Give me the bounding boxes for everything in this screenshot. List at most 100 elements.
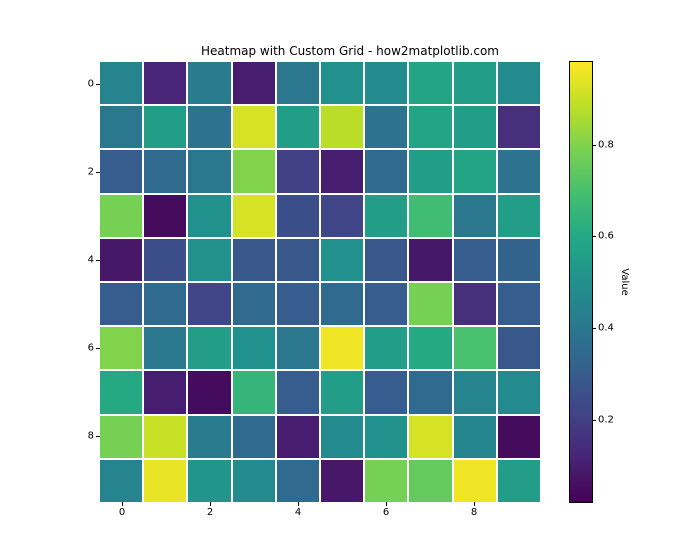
heatmap-cell (498, 62, 540, 104)
heatmap-cell (100, 371, 142, 413)
heatmap-cell (144, 416, 186, 458)
heatmap-cell (144, 371, 186, 413)
heatmap-cell (409, 416, 451, 458)
heatmap-cell (365, 327, 407, 369)
heatmap-cell (409, 327, 451, 369)
heatmap-cell (321, 371, 363, 413)
heatmap-cell (188, 150, 230, 192)
heatmap-cell (454, 283, 496, 325)
heatmap-cell (100, 195, 142, 237)
heatmap-cell (188, 62, 230, 104)
heatmap-cell (321, 416, 363, 458)
heatmap-cell (188, 327, 230, 369)
heatmap-cell (233, 150, 275, 192)
heatmap-cell (409, 239, 451, 281)
y-tick-mark (96, 260, 100, 261)
heatmap-cell (277, 371, 319, 413)
heatmap-cell (454, 327, 496, 369)
y-tick-mark (96, 436, 100, 437)
heatmap-cell (277, 416, 319, 458)
heatmap-cell (365, 150, 407, 192)
heatmap-cell (233, 106, 275, 148)
x-tick-label: 8 (471, 507, 477, 518)
heatmap-cell (188, 460, 230, 502)
heatmap-cell (498, 460, 540, 502)
heatmap-cell (365, 195, 407, 237)
heatmap-cell (233, 371, 275, 413)
heatmap-cell (365, 62, 407, 104)
x-tick-label: 0 (119, 507, 125, 518)
heatmap-cell (100, 416, 142, 458)
heatmap-cell (454, 195, 496, 237)
colorbar-tick-mark (592, 145, 596, 146)
colorbar-tick-label: 0.8 (598, 139, 614, 150)
heatmap-cell (365, 371, 407, 413)
heatmap-cell (498, 195, 540, 237)
heatmap-grid (100, 62, 540, 502)
colorbar-tick-label: 0.4 (598, 322, 614, 333)
heatmap-cell (277, 283, 319, 325)
heatmap-cell (454, 416, 496, 458)
x-tick-mark (474, 502, 475, 506)
heatmap-cell (100, 150, 142, 192)
colorbar-tick-label: 0.2 (598, 414, 614, 425)
heatmap-cell (409, 62, 451, 104)
y-tick-label: 8 (64, 431, 94, 442)
heatmap-cell (365, 416, 407, 458)
heatmap-cell (144, 106, 186, 148)
heatmap-cell (409, 371, 451, 413)
colorbar-tick-mark (592, 420, 596, 421)
y-tick-label: 0 (64, 79, 94, 90)
heatmap-cell (233, 327, 275, 369)
heatmap-cell (365, 106, 407, 148)
heatmap-cell (365, 460, 407, 502)
heatmap-cell (365, 283, 407, 325)
heatmap-cell (277, 239, 319, 281)
heatmap-cell (277, 460, 319, 502)
heatmap-cell (498, 283, 540, 325)
heatmap-cell (233, 195, 275, 237)
heatmap-cell (454, 150, 496, 192)
heatmap-cell (188, 239, 230, 281)
colorbar (570, 62, 592, 502)
y-tick-mark (96, 84, 100, 85)
heatmap-cell (454, 62, 496, 104)
x-tick-mark (386, 502, 387, 506)
colorbar-tick-mark (592, 328, 596, 329)
heatmap-cell (100, 327, 142, 369)
x-tick-mark (298, 502, 299, 506)
heatmap-cell (188, 195, 230, 237)
heatmap-cell (233, 416, 275, 458)
heatmap-cell (409, 150, 451, 192)
heatmap-cell (188, 416, 230, 458)
heatmap-cell (409, 195, 451, 237)
heatmap-cell (454, 239, 496, 281)
heatmap-cell (188, 283, 230, 325)
y-tick-label: 2 (64, 167, 94, 178)
heatmap-cell (277, 195, 319, 237)
heatmap-cell (188, 371, 230, 413)
chart-title: Heatmap with Custom Grid - how2matplotli… (0, 44, 700, 58)
heatmap-cell (454, 460, 496, 502)
heatmap-cell (144, 239, 186, 281)
heatmap-cell (233, 239, 275, 281)
x-tick-label: 4 (295, 507, 301, 518)
heatmap-cell (144, 283, 186, 325)
heatmap-cell (365, 239, 407, 281)
colorbar-label: Value (619, 268, 630, 295)
heatmap-cell (409, 283, 451, 325)
figure: Heatmap with Custom Grid - how2matplotli… (0, 0, 700, 560)
heatmap-cell (100, 62, 142, 104)
heatmap-cell (409, 460, 451, 502)
heatmap-cell (498, 150, 540, 192)
colorbar-tick-label: 0.6 (598, 231, 614, 242)
y-tick-mark (96, 172, 100, 173)
heatmap-cell (321, 150, 363, 192)
heatmap-cell (498, 371, 540, 413)
heatmap-cell (277, 106, 319, 148)
heatmap-cell (100, 283, 142, 325)
x-tick-mark (210, 502, 211, 506)
heatmap-cell (188, 106, 230, 148)
heatmap-cell (498, 416, 540, 458)
y-tick-mark (96, 348, 100, 349)
